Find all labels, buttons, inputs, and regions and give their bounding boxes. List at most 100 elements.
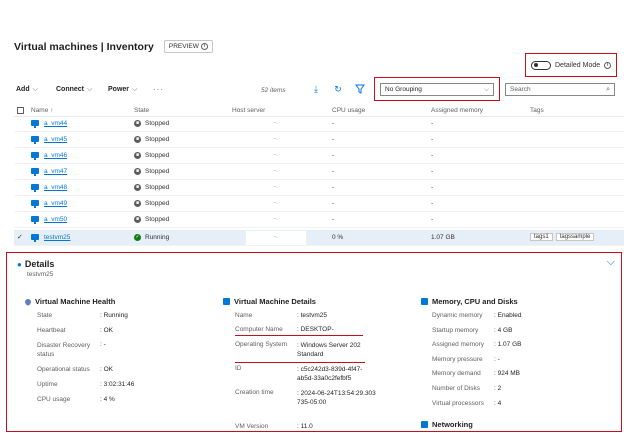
column-state[interactable]: State (134, 107, 149, 114)
table-row-selected[interactable]: ✓ testvm25 ✓ Running -. 0 % 1.07 GB tags1… (14, 230, 624, 246)
detailed-mode-control[interactable]: Detailed Mode i (525, 53, 617, 77)
collapse-chevron-icon[interactable]: ⌵ (607, 256, 615, 269)
state-cell: ■ Stopped (134, 152, 170, 160)
detail-key: Memory demand (432, 370, 481, 377)
memory-cell: - (431, 168, 434, 175)
tag-badge[interactable]: tagssample (555, 233, 595, 241)
chevron-down-icon: ⌵ (484, 86, 489, 93)
chevron-down-icon: ⌵ (132, 86, 138, 93)
add-button[interactable]: Add ⌵ (16, 86, 38, 94)
detail-value: : - (100, 341, 106, 348)
detail-value: : Running (100, 312, 128, 319)
state-cell: ✓ Running (134, 234, 170, 242)
cpu-cell: - (332, 120, 335, 127)
vm-name-link[interactable]: testvm25 (44, 234, 70, 241)
column-name[interactable]: Name ↑ (31, 107, 53, 114)
detail-value: : OK (100, 366, 114, 373)
vm-icon (31, 216, 39, 224)
network-icon (421, 421, 428, 428)
page-header: Virtual machines | Inventory PREVIEW i (14, 40, 213, 53)
vm-name-link[interactable]: a_vm47 (44, 168, 67, 175)
vm-details-section: Virtual Machine Details (223, 297, 413, 306)
chevron-down-icon: ⌵ (87, 86, 93, 93)
memory-icon (421, 298, 428, 305)
host-cell: -. (246, 149, 306, 163)
detail-key: Name (235, 312, 253, 319)
items-count: 52 items (261, 87, 286, 94)
detail-key: Assigned memory (432, 341, 485, 348)
detail-key: Memory pressure (432, 356, 483, 363)
checkmark-icon[interactable]: ✓ (17, 233, 23, 241)
connect-button[interactable]: Connect ⌵ (56, 86, 92, 94)
detail-value: : 2024-06-24T13:54:29.303735-05:00 (297, 390, 376, 406)
stopped-icon: ■ (134, 200, 141, 207)
vm-name-link[interactable]: a_vm46 (44, 152, 67, 159)
vm-icon (31, 200, 39, 208)
detail-key: Virtual processors (432, 400, 484, 407)
table-row[interactable]: a_vm46 ■ Stopped -. - - (14, 148, 624, 164)
column-tags[interactable]: Tags (530, 107, 544, 114)
state-cell: ■ Stopped (134, 136, 170, 144)
host-cell: -. (246, 213, 306, 227)
host-cell: -. (246, 231, 306, 245)
column-host[interactable]: Host server (232, 107, 265, 114)
details-header[interactable]: ● Details (17, 259, 54, 269)
info-icon: i (200, 43, 208, 50)
stopped-icon: ■ (134, 120, 141, 127)
table-row[interactable]: a_vm49 ■ Stopped -. - - (14, 196, 624, 212)
detailed-mode-toggle[interactable] (531, 60, 551, 70)
networking-title[interactable]: Networking (421, 420, 473, 429)
state-cell: ■ Stopped (134, 200, 170, 208)
download-icon[interactable]: ⤓ (309, 82, 323, 96)
table-row[interactable]: a_vm48 ■ Stopped -. - - (14, 180, 624, 196)
search-input[interactable]: Search ⌕ (505, 83, 615, 96)
detail-value: : testvm25 (297, 312, 327, 319)
vm-icon (31, 136, 39, 144)
vm-name-link[interactable]: a_vm49 (44, 200, 67, 207)
detail-value: : DESKTOP- (297, 326, 334, 333)
memory-cell: - (431, 200, 434, 207)
detail-value: : 4 GB (494, 327, 513, 334)
heart-icon (23, 297, 33, 306)
detail-key: Number of Disks (432, 385, 481, 392)
detail-key: Creation time (235, 389, 274, 396)
table-row[interactable]: a_vm44 ■ Stopped -. - - (14, 116, 624, 132)
column-memory[interactable]: Assigned memory (431, 107, 483, 114)
more-icon[interactable]: ··· (153, 85, 164, 94)
vm-icon (31, 184, 39, 192)
vm-name-link[interactable]: a_vm50 (44, 216, 67, 223)
table-row[interactable]: a_vm47 ■ Stopped -. - - (14, 164, 624, 180)
vm-name-link[interactable]: a_vm48 (44, 184, 67, 191)
preview-badge[interactable]: PREVIEW i (163, 40, 213, 53)
running-icon: ✓ (134, 234, 141, 241)
select-all-checkbox[interactable] (17, 107, 24, 114)
detail-key: State (37, 312, 53, 319)
memory-cell: - (431, 152, 434, 159)
detail-key: CPU usage (37, 396, 71, 403)
detail-key: Startup memory (432, 327, 479, 334)
grouping-dropdown[interactable]: No Grouping ⌵ (380, 83, 494, 96)
stopped-icon: ■ (134, 168, 141, 175)
stopped-icon: ■ (134, 184, 141, 191)
column-cpu[interactable]: CPU usage (332, 107, 365, 114)
detail-key: Dynamic memory (432, 312, 483, 319)
detailed-mode-label: Detailed Mode (555, 61, 601, 69)
detail-value: : OK (100, 327, 114, 334)
health-title: Virtual Machine Health (23, 297, 215, 306)
memory-cell: - (431, 120, 434, 127)
refresh-icon[interactable]: ↻ (331, 82, 345, 96)
table-row[interactable]: a_vm45 ■ Stopped -. - - (14, 132, 624, 148)
cpu-cell: - (332, 216, 335, 223)
filter-icon[interactable] (353, 82, 367, 96)
vm-name-link[interactable]: a_vm45 (44, 136, 67, 143)
vm-name-link[interactable]: a_vm44 (44, 120, 67, 127)
host-cell: -. (246, 117, 306, 131)
host-cell: -. (246, 181, 306, 195)
detail-value: : 924 MB (494, 370, 521, 377)
tag-badge[interactable]: tags1 (530, 233, 553, 241)
memory-cell: - (431, 184, 434, 191)
power-button[interactable]: Power ⌵ (108, 86, 137, 94)
table-row[interactable]: a_vm50 ■ Stopped -. - - (14, 212, 624, 228)
state-cell: ■ Stopped (134, 216, 170, 224)
vm-details-title: Virtual Machine Details (223, 297, 413, 306)
